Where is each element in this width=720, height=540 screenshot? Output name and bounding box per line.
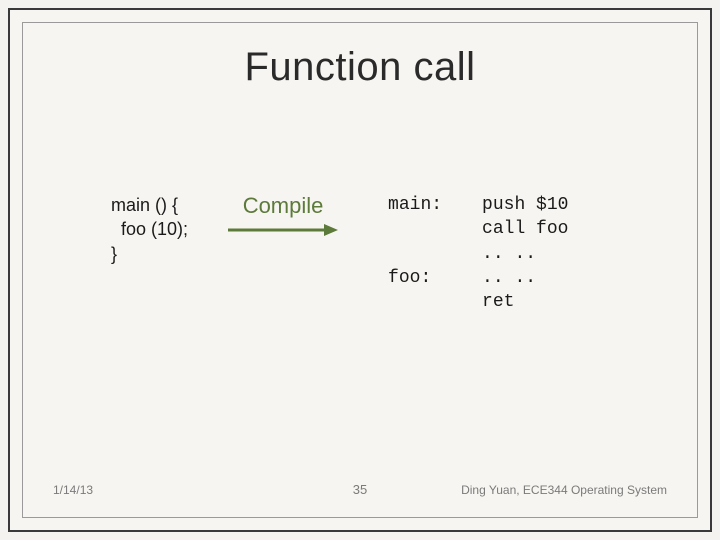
- asm-labels: main: foo:: [388, 193, 458, 290]
- source-code-block: main () { foo (10); }: [111, 193, 188, 266]
- asm-instructions: push $10 call foo .. .. .. .. ret: [482, 193, 568, 314]
- compile-block: Compile: [228, 193, 338, 237]
- slide-title: Function call: [23, 45, 697, 90]
- compile-label: Compile: [243, 193, 324, 219]
- slide-content: main () { foo (10); } Compile main: foo:…: [23, 193, 697, 314]
- slide-inner-frame: Function call main () { foo (10); } Comp…: [22, 22, 698, 518]
- footer-credit: Ding Yuan, ECE344 Operating System: [461, 483, 667, 497]
- slide-outer-frame: Function call main () { foo (10); } Comp…: [8, 8, 712, 532]
- assembly-block: main: foo: push $10 call foo .. .. .. ..…: [388, 193, 568, 314]
- arrow-right-icon: [228, 223, 338, 237]
